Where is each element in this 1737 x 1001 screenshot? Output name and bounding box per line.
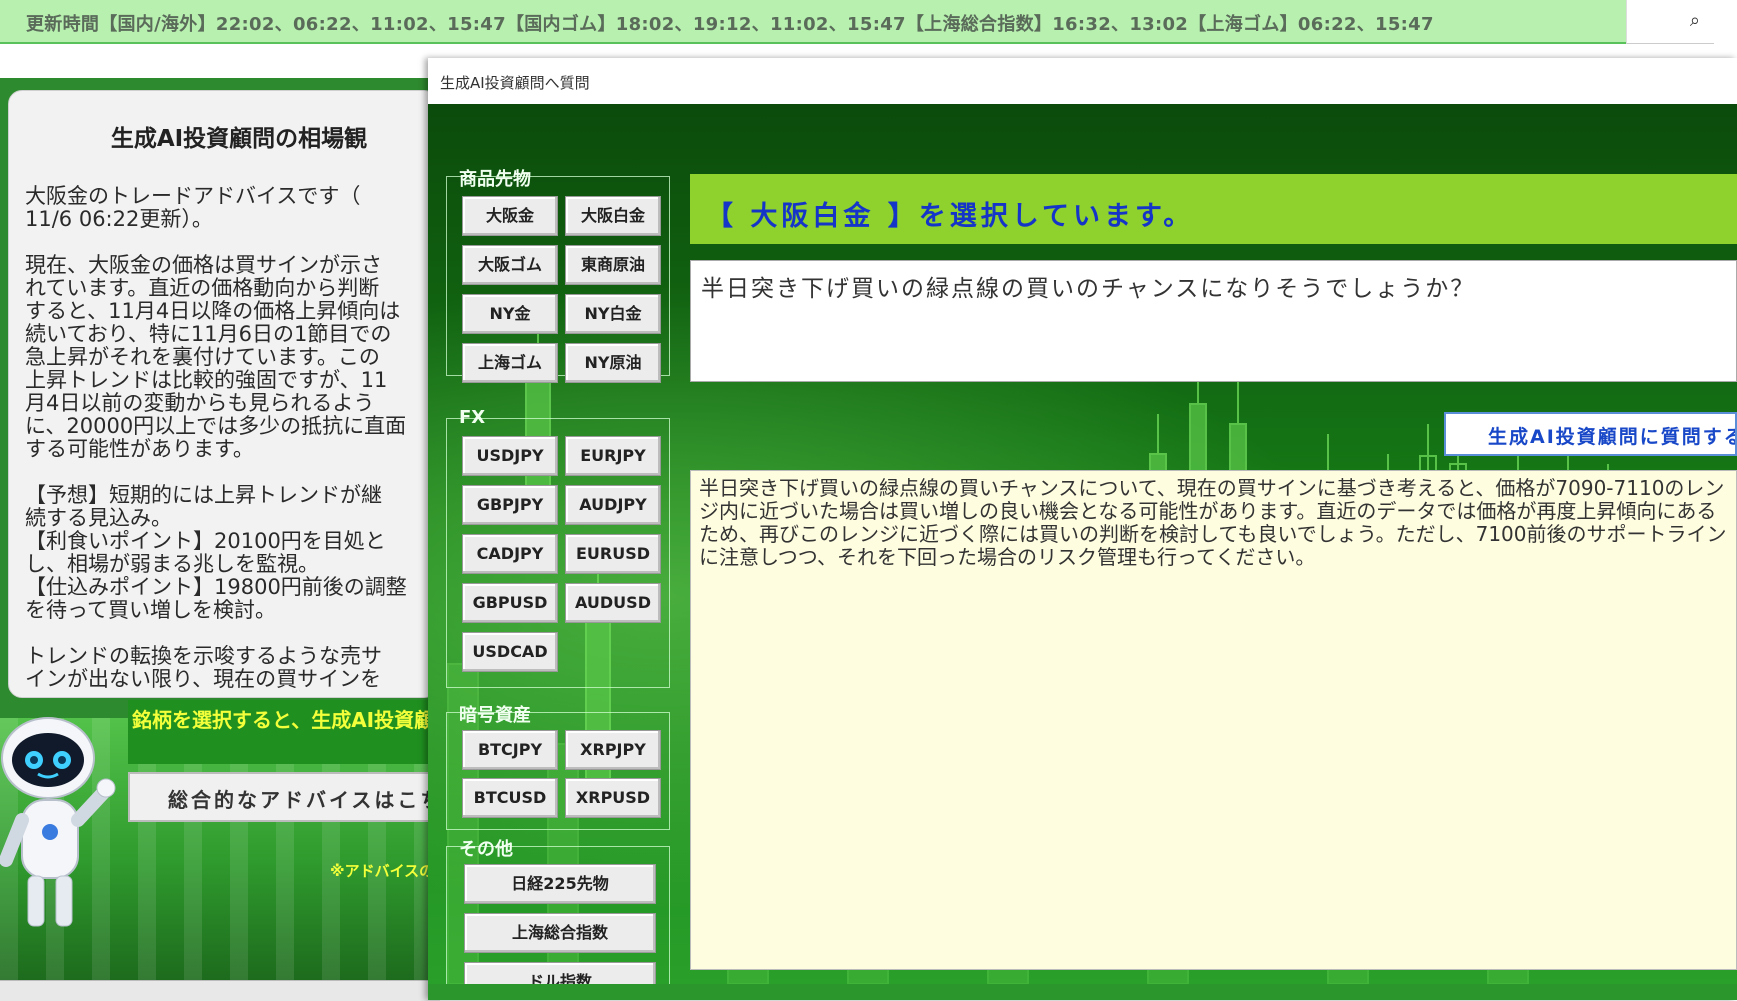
ticker-text: 更新時間【国内/海外】22:02、06:22、11:02、15:47【国内ゴム】… <box>26 14 1434 35</box>
question-input[interactable]: 半日突き下げ買いの緑点線の買いのチャンスになりそうでしょうか？ <box>690 260 1737 382</box>
symbol-button-ny-gold[interactable]: NY金 <box>462 294 558 334</box>
fx-group-label: FX <box>459 407 486 428</box>
symbol-button-ny-platinum[interactable]: NY白金 <box>565 294 661 334</box>
symbol-button-ny-crude[interactable]: NY原油 <box>565 343 661 383</box>
update-time-ticker: 更新時間【国内/海外】22:02、06:22、11:02、15:47【国内ゴム】… <box>0 0 1626 44</box>
symbol-button-nikkei225[interactable]: 日経225先物 <box>464 864 656 904</box>
dialog-body: 商品先物 大阪金 大阪白金 大阪ゴム 東商原油 NY金 NY白金 上海ゴム NY… <box>428 104 1737 1000</box>
symbol-button-usdcad[interactable]: USDCAD <box>462 632 558 672</box>
crypto-group-label: 暗号資産 <box>459 705 531 726</box>
left-bottom-strip <box>0 980 440 1001</box>
symbol-button-btcjpy[interactable]: BTCJPY <box>462 730 558 770</box>
advice-note: ※アドバイスの <box>330 862 435 880</box>
symbol-button-tocom-crude[interactable]: 東商原油 <box>565 245 661 285</box>
selected-symbol-text: 【 大阪白金 】を選択しています。 <box>706 201 1195 232</box>
other-group-label: その他 <box>459 839 513 860</box>
symbol-button-osaka-rubber[interactable]: 大阪ゴム <box>462 245 558 285</box>
market-view-title: 生成AI投資顧問の相場観 <box>110 126 368 152</box>
symbol-button-audusd[interactable]: AUDUSD <box>565 583 661 623</box>
symbol-button-eurusd[interactable]: EURUSD <box>565 534 661 574</box>
select-symbol-message: 銘柄を選択すると、生成AI投資顧問からのアドバイスが表示されます。 <box>128 700 440 764</box>
answer-text: 半日突き下げ買いの緑点線の買いチャンスについて、現在の買サインに基づき考えると、… <box>699 476 1727 569</box>
symbol-button-shanghai-composite[interactable]: 上海総合指数 <box>464 913 656 953</box>
question-text: 半日突き下げ買いの緑点線の買いのチャンスになりそうでしょうか？ <box>701 276 1476 302</box>
market-view-card: 生成AI投資顧問の相場観 大阪金のトレードアドバイスです（ 11/6 06:22… <box>8 90 438 698</box>
market-view-body: 大阪金のトレードアドバイスです（ 11/6 06:22更新）。 現在、大阪金の価… <box>25 184 407 691</box>
symbol-button-gbpjpy[interactable]: GBPJPY <box>462 485 558 525</box>
dialog-titlebar[interactable]: 生成AI投資顧問へ質問 <box>428 58 1737 105</box>
answer-output[interactable]: 半日突き下げ買いの緑点線の買いチャンスについて、現在の買サインに基づき考えると、… <box>690 470 1737 970</box>
symbol-button-eurjpy[interactable]: EURJPY <box>565 436 661 476</box>
symbol-button-osaka-platinum[interactable]: 大阪白金 <box>565 196 661 236</box>
selected-symbol-banner: 【 大阪白金 】を選択しています。 <box>690 174 1737 244</box>
ask-ai-advisor-dialog: 生成AI投資顧問へ質問 商品先物 大阪金 大阪白金 大阪ゴム 東商原油 NY金 … <box>428 58 1737 1000</box>
symbol-button-usdjpy[interactable]: USDJPY <box>462 436 558 476</box>
overall-advice-button[interactable]: 総合的なアドバイスはこちら <box>128 772 440 822</box>
symbol-button-xrpjpy[interactable]: XRPJPY <box>565 730 661 770</box>
symbol-button-gbpusd[interactable]: GBPUSD <box>462 583 558 623</box>
search-icon[interactable]: ⌕ <box>1690 10 1700 31</box>
symbol-button-cadjpy[interactable]: CADJPY <box>462 534 558 574</box>
dialog-bottom-strip <box>428 984 1737 1000</box>
robot-mascot-icon <box>0 717 116 927</box>
commodities-group-label: 商品先物 <box>459 169 531 190</box>
symbol-button-audjpy[interactable]: AUDJPY <box>565 485 661 525</box>
symbol-button-btcusd[interactable]: BTCUSD <box>462 778 558 818</box>
symbol-button-shanghai-rubber[interactable]: 上海ゴム <box>462 343 558 383</box>
symbol-button-osaka-gold[interactable]: 大阪金 <box>462 196 558 236</box>
ask-ai-advisor-button[interactable]: 生成AI投資顧問に質問する <box>1444 412 1737 456</box>
dialog-title: 生成AI投資顧問へ質問 <box>440 74 590 92</box>
symbol-button-xrpusd[interactable]: XRPUSD <box>565 778 661 818</box>
search-box[interactable]: ⌕ <box>1626 0 1714 44</box>
